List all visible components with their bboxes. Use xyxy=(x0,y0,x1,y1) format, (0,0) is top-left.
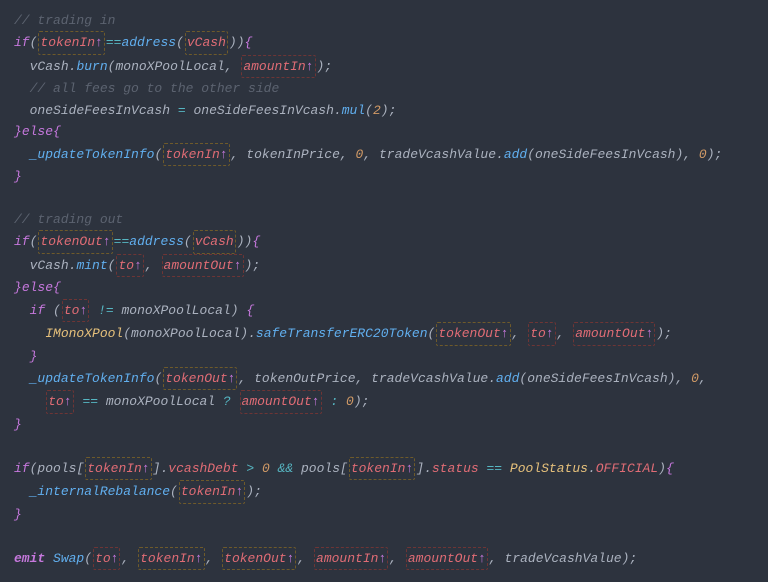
comment: // trading out xyxy=(14,212,123,227)
arg-amountIn: amountIn↑ xyxy=(241,55,315,78)
arg-tokenIn: tokenIn↑ xyxy=(38,31,104,54)
kw-else: else xyxy=(22,124,53,139)
arg-to: to↑ xyxy=(116,254,143,277)
kw-emit: emit xyxy=(14,551,45,566)
fn-internalRebalance: _internalRebalance xyxy=(30,484,170,499)
comment: // trading in xyxy=(14,13,115,28)
fn-safeTransfer: safeTransferERC20Token xyxy=(256,326,428,341)
arg-tokenOut: tokenOut↑ xyxy=(38,230,112,253)
fn-mint: mint xyxy=(76,258,107,273)
arg-amountOut: amountOut↑ xyxy=(162,254,244,277)
fn-burn: burn xyxy=(76,59,107,74)
fn-mul: mul xyxy=(342,103,365,118)
kw-if: if xyxy=(14,35,30,50)
event-Swap: Swap xyxy=(53,551,84,566)
fn-updateTokenInfo: _updateTokenInfo xyxy=(30,147,155,162)
type-IMonoXPool: IMonoXPool xyxy=(45,326,123,341)
code-view: // trading in if(tokenIn↑==address(vCash… xyxy=(0,0,768,582)
comment: // all fees go to the other side xyxy=(30,81,280,96)
fn-address: address xyxy=(121,35,176,50)
arg-vCash: vCash xyxy=(185,31,228,54)
